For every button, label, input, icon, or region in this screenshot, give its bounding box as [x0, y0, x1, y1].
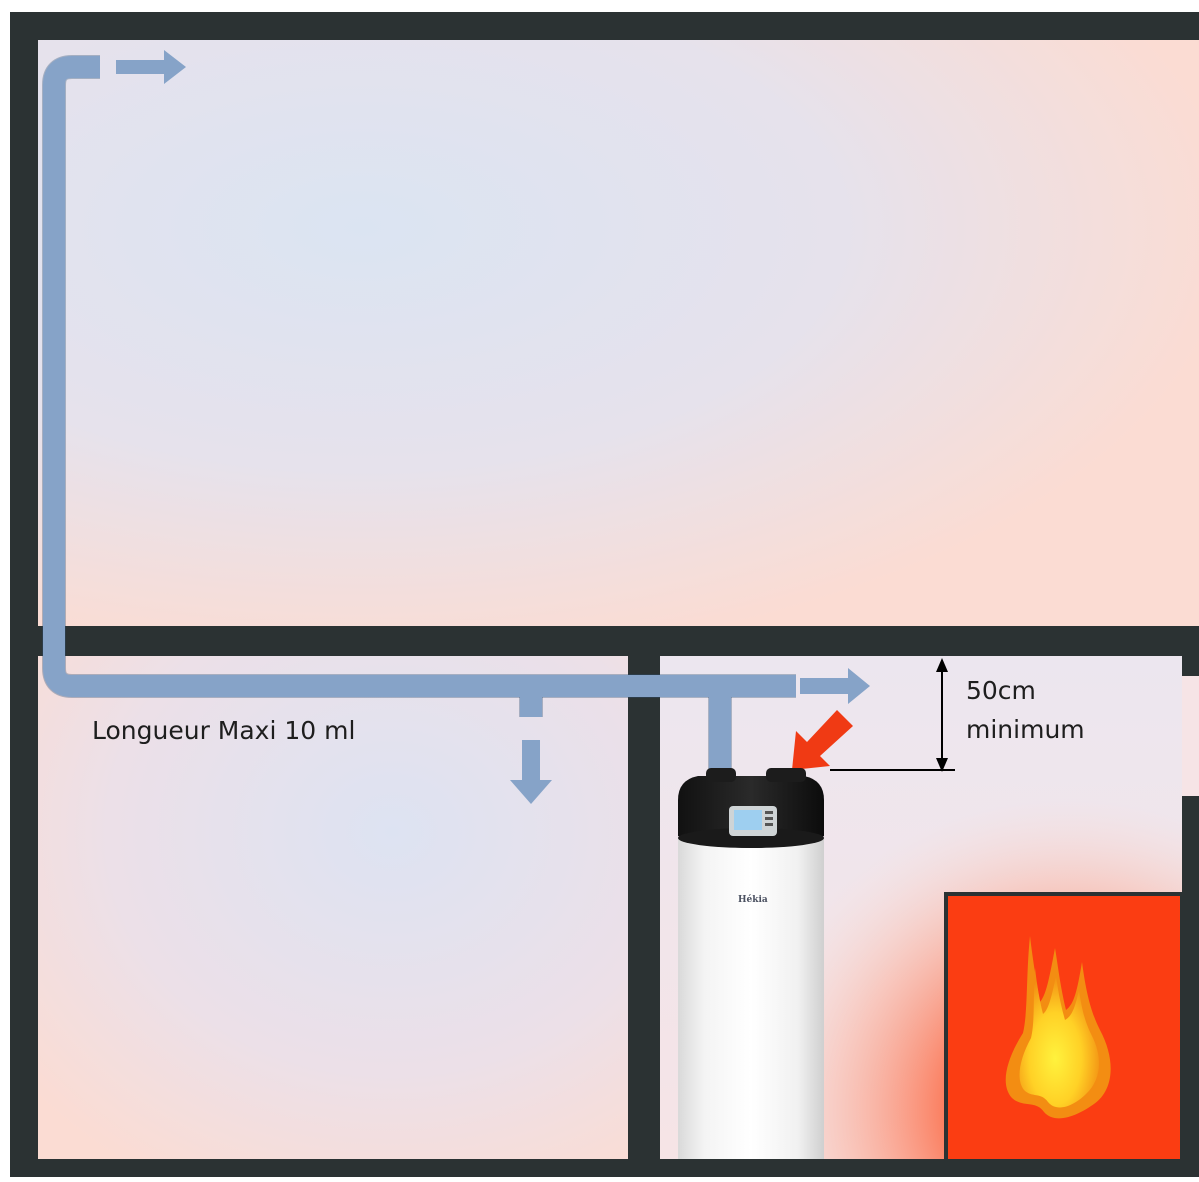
clearance-note-label: minimum [966, 715, 1085, 744]
heat-pump-water-heater [678, 768, 824, 1159]
clearance-value-label: 50cm [966, 676, 1036, 705]
brand-label: Hékia [738, 894, 768, 905]
diagram-canvas: Hékia [10, 12, 1199, 1177]
installation-diagram: Hékia Longueur Maxi 10 ml 50cm minimum [0, 0, 1199, 1177]
duct-length-label: Longueur Maxi 10 ml [92, 716, 356, 745]
upper-room [38, 40, 1199, 626]
wall-opening [1182, 676, 1199, 796]
